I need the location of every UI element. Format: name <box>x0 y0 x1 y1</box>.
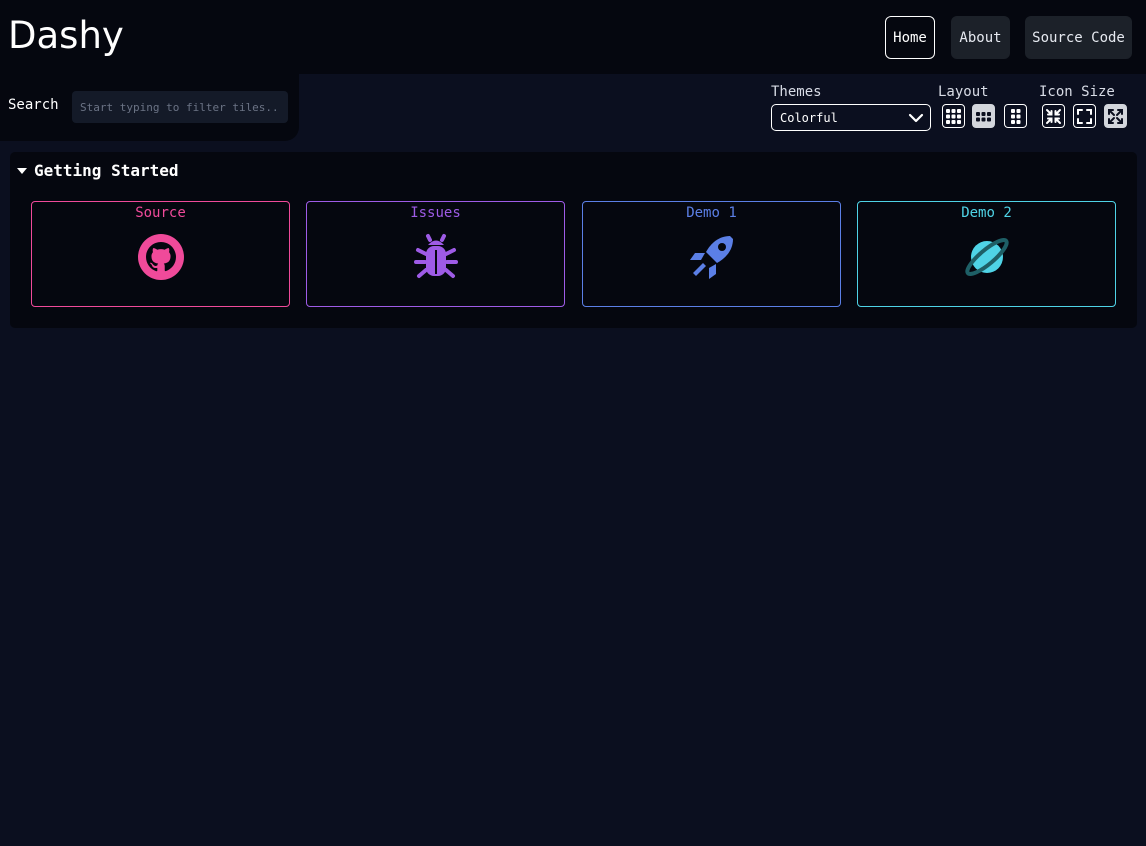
search-input[interactable] <box>72 91 288 123</box>
nav-home-button[interactable]: Home <box>885 16 935 59</box>
section-header[interactable]: Getting Started <box>17 161 179 180</box>
search-panel: Search <box>0 74 299 141</box>
tile-label: Issues <box>410 205 461 221</box>
tile-label: Source <box>135 205 186 221</box>
small-icon-size-button[interactable] <box>1042 104 1065 128</box>
rocket-icon <box>689 236 733 279</box>
tile-issues[interactable]: Issues <box>306 201 565 307</box>
tile-label: Demo 2 <box>961 205 1012 221</box>
horizontal-layout-button[interactable] <box>972 104 995 128</box>
auto-layout-button[interactable] <box>942 104 965 128</box>
tile-demo-1[interactable]: Demo 1 <box>582 201 841 307</box>
medium-icon-size-button[interactable] <box>1073 104 1096 128</box>
frame-corners-icon <box>1077 108 1092 124</box>
large-icon-size-button[interactable] <box>1104 104 1127 128</box>
theme-select-value: Colorful <box>780 110 838 125</box>
expand-icon <box>1108 108 1123 124</box>
section-title: Getting Started <box>34 161 179 180</box>
icon-size-label: Icon Size <box>1039 84 1115 100</box>
search-label: Search <box>8 97 59 113</box>
auto-layout-icon <box>946 108 961 124</box>
tile-demo-2[interactable]: Demo 2 <box>857 201 1116 307</box>
vertical-layout-icon <box>1011 108 1021 124</box>
caret-down-icon <box>17 167 27 174</box>
theme-select[interactable]: Colorful <box>771 104 931 131</box>
bug-icon <box>413 234 458 278</box>
header-bar: Dashy Home About Source Code <box>0 0 1146 76</box>
planet-icon <box>964 238 1009 276</box>
horizontal-layout-icon <box>976 111 991 121</box>
vertical-layout-button[interactable] <box>1004 104 1027 128</box>
app-title: Dashy <box>8 14 124 57</box>
tile-label: Demo 1 <box>686 205 737 221</box>
chevron-down-icon <box>908 113 924 123</box>
nav-source-code-button[interactable]: Source Code <box>1025 16 1132 59</box>
compress-icon <box>1046 108 1061 124</box>
layout-label: Layout <box>938 84 989 100</box>
github-icon <box>137 234 184 280</box>
themes-label: Themes <box>771 84 822 100</box>
tile-source[interactable]: Source <box>31 201 290 307</box>
nav-about-button[interactable]: About <box>951 16 1010 59</box>
